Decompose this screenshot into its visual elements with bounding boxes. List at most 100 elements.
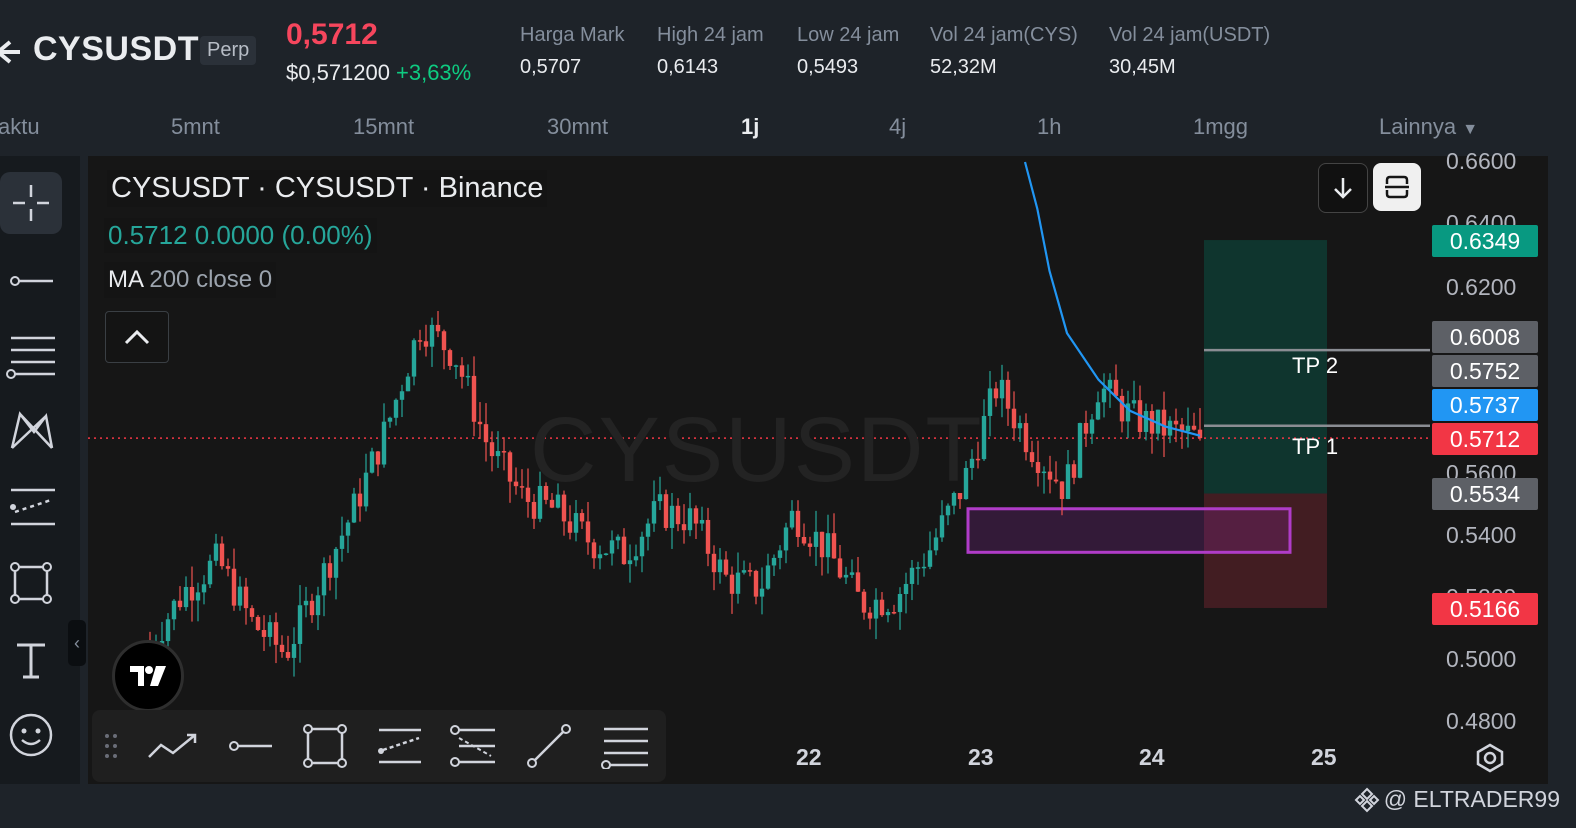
candle-body: [675, 505, 681, 525]
candle-body: [357, 493, 363, 507]
ma-name: MA: [108, 266, 143, 293]
candle-body: [735, 572, 741, 594]
price-tick: 0.5400: [1446, 522, 1517, 548]
fib-retracement-icon: [601, 727, 648, 769]
collapse-legend-button[interactable]: [105, 311, 169, 363]
candle-body: [777, 550, 783, 558]
tab-1w[interactable]: 1mgg: [1193, 114, 1248, 140]
candle-body: [837, 558, 843, 578]
candle-body: [279, 644, 285, 653]
fib-retracement-tool[interactable]: [0, 324, 62, 386]
candle-body: [753, 570, 759, 597]
line-segment-tool[interactable]: [522, 720, 576, 772]
candle-body: [579, 513, 585, 522]
fib-retracement-tool[interactable]: [598, 720, 652, 772]
candle-body: [1029, 452, 1035, 463]
left-drawing-toolbar: [0, 156, 80, 784]
last-price: 0,5712: [286, 18, 378, 51]
price-zone-rectangle: [966, 507, 1292, 554]
trend-line-icon: [148, 733, 197, 758]
candle-body: [213, 543, 219, 561]
stat-label-low: Low 24 jam: [797, 24, 900, 46]
prediction-icon: [10, 488, 55, 526]
crosshair-icon: [13, 185, 49, 221]
candle-body: [843, 574, 849, 578]
candle-body: [567, 521, 573, 533]
chart-settings-button[interactable]: [1474, 742, 1506, 779]
candle-body: [1041, 471, 1047, 474]
candle-body: [297, 605, 303, 644]
candle-body: [909, 567, 915, 584]
price-label-stop: 0.5166: [1432, 593, 1538, 625]
rectangle-tool[interactable]: [0, 552, 62, 614]
text-tool[interactable]: [0, 628, 62, 690]
chevron-up-icon: [124, 329, 150, 345]
candle-body: [1095, 402, 1101, 420]
tp2-label: TP 2: [1292, 353, 1339, 378]
candle-body: [207, 560, 213, 585]
tradingview-logo-icon: [130, 666, 166, 686]
candle-body: [183, 586, 189, 608]
horizontal-ray-tool[interactable]: [224, 720, 278, 772]
candle-body: [519, 486, 525, 488]
candle-body: [285, 652, 291, 658]
stat-value-high: 0,6143: [657, 56, 719, 78]
back-arrow-icon[interactable]: [0, 34, 22, 70]
tradingview-logo[interactable]: [112, 640, 184, 712]
candle-body: [1005, 379, 1011, 409]
candle-body: [399, 391, 405, 400]
candle-body: [639, 536, 645, 557]
candle-body: [255, 616, 261, 630]
candle-body: [1053, 479, 1059, 482]
parallel-channel-tool[interactable]: [372, 720, 426, 772]
tab-30m[interactable]: 30mnt: [547, 114, 608, 140]
emoji-tool[interactable]: [0, 704, 62, 766]
stat-label-vol-base: Vol 24 jam(CYS): [930, 24, 1078, 46]
caret-down-icon: ▼: [1462, 121, 1479, 138]
price-tick: 0.5000: [1446, 646, 1517, 672]
download-button[interactable]: [1318, 163, 1368, 213]
tab-4h[interactable]: 4j: [889, 114, 906, 140]
candle-body: [327, 563, 333, 578]
candle-body: [1017, 423, 1023, 429]
candle-body: [1023, 423, 1029, 453]
horizontal-line-tool[interactable]: [0, 250, 62, 312]
crosshair-tool[interactable]: [0, 172, 62, 234]
pattern-tool[interactable]: [0, 400, 62, 462]
prediction-tool[interactable]: [0, 476, 62, 538]
toolbar-drag-handle[interactable]: [96, 720, 126, 772]
rectangle-icon: [10, 562, 52, 604]
candle-body: [987, 388, 993, 416]
candle-body: [795, 510, 801, 537]
candle-body: [765, 565, 771, 589]
candle-body: [363, 472, 369, 507]
candle-body: [873, 599, 879, 619]
fib-levels-tool[interactable]: [446, 720, 500, 772]
tp1-label: TP 1: [1292, 434, 1339, 459]
tab-5m[interactable]: 5mnt: [171, 114, 220, 140]
candle-body: [771, 557, 777, 566]
trend-line-tool[interactable]: [146, 720, 200, 772]
rectangle-tool[interactable]: [298, 720, 352, 772]
tab-1d[interactable]: 1h: [1037, 114, 1061, 140]
fullscreen-button[interactable]: [1373, 163, 1421, 211]
collapse-toolbar-button[interactable]: ‹: [68, 620, 86, 666]
tab-more[interactable]: Lainnya ▼: [1379, 114, 1478, 140]
candle-body: [801, 536, 807, 544]
ma-indicator-legend[interactable]: MA 200 close 0: [104, 262, 277, 298]
candle-body: [489, 442, 495, 457]
tab-time[interactable]: aktu: [0, 114, 40, 140]
candle-body: [615, 536, 621, 541]
symbol-title[interactable]: CYSUSDT: [33, 30, 199, 69]
candle-body: [243, 586, 249, 609]
candle-body: [789, 510, 795, 528]
tab-1h-active[interactable]: 1j: [741, 114, 759, 140]
candle-body: [1077, 423, 1083, 478]
candle-body: [201, 584, 207, 593]
candle-body: [729, 574, 735, 594]
candle-body: [237, 586, 243, 606]
candle-body: [1011, 408, 1017, 429]
tab-15m[interactable]: 15mnt: [353, 114, 414, 140]
price-label-entry: 0.5534: [1432, 478, 1538, 510]
candle-body: [309, 600, 315, 616]
